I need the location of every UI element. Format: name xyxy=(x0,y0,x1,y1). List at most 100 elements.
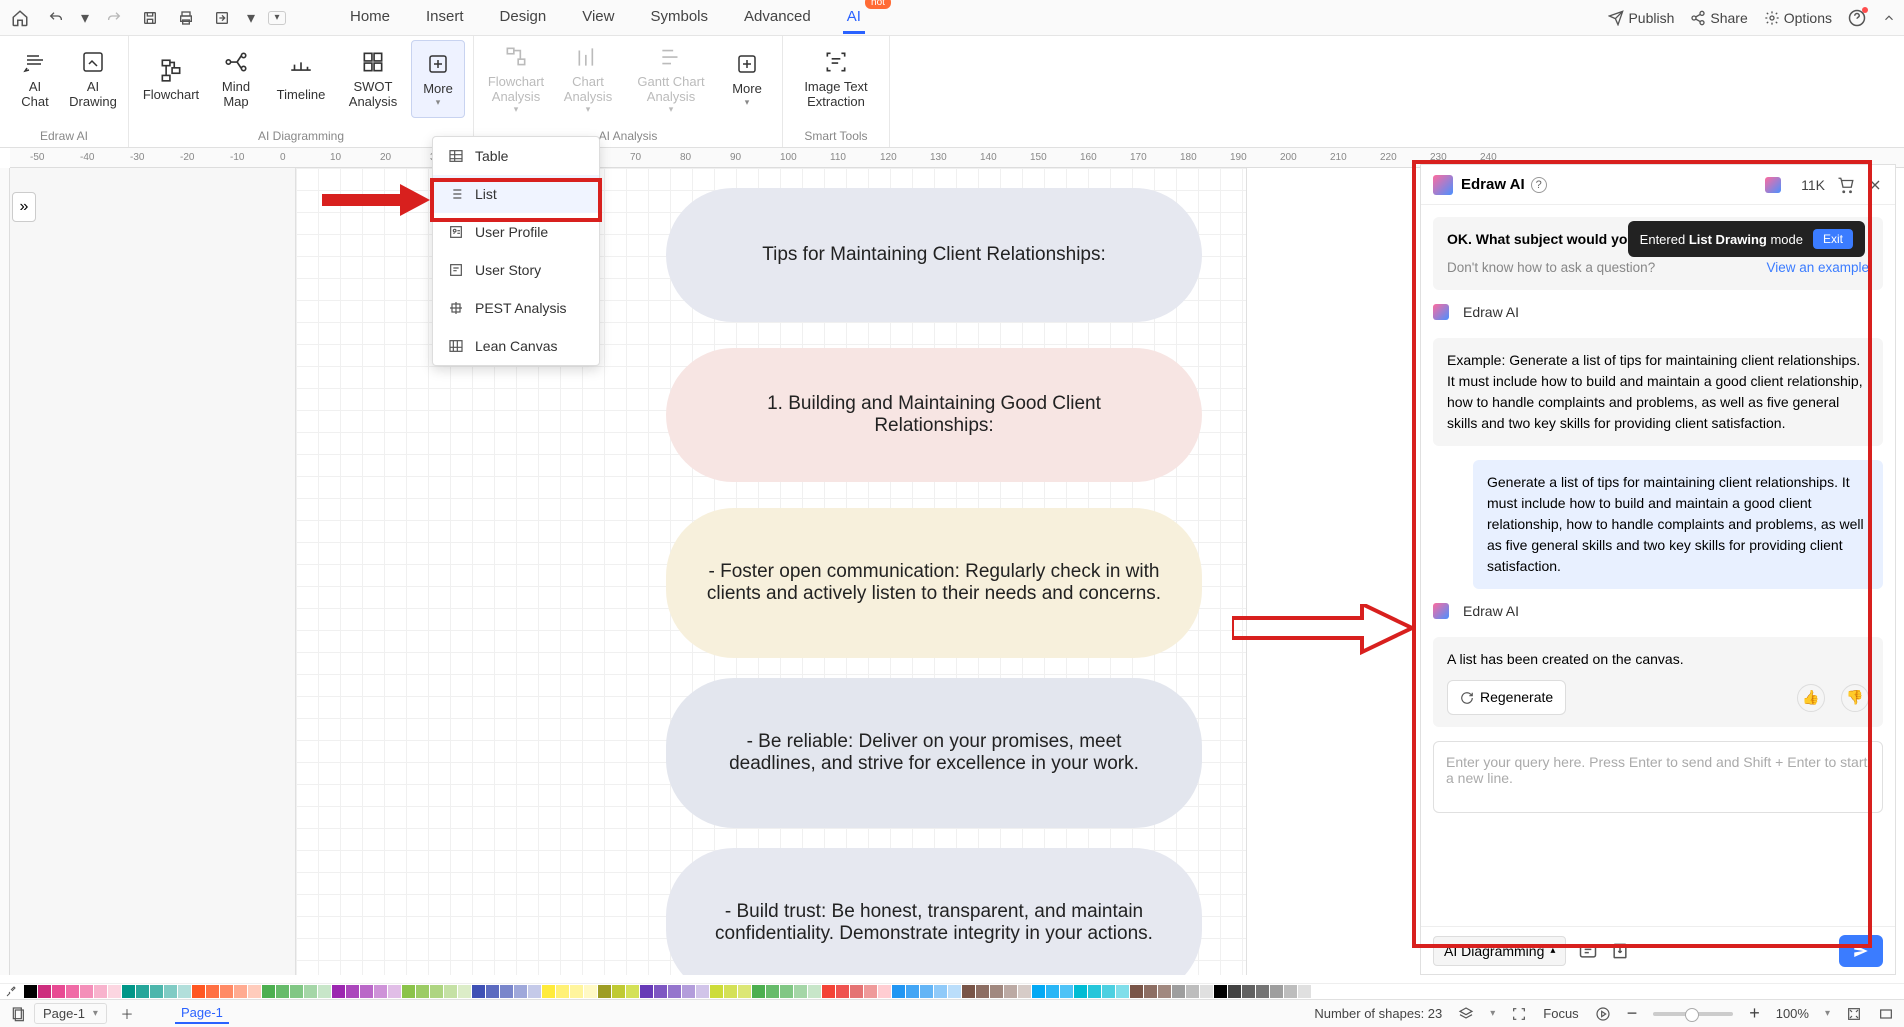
flowchart-analysis-button[interactable]: FlowchartAnalysis▾ xyxy=(482,40,550,118)
color-swatch[interactable] xyxy=(1312,985,1325,998)
color-swatch[interactable] xyxy=(164,985,177,998)
list-bubble-3[interactable]: - Foster open communication: Regularly c… xyxy=(666,508,1202,658)
color-swatch[interactable] xyxy=(1074,985,1087,998)
chart-analysis-button[interactable]: ChartAnalysis▾ xyxy=(554,40,622,118)
tab-home[interactable]: Home xyxy=(346,2,394,34)
focus-label[interactable]: Focus xyxy=(1543,1006,1578,1021)
color-swatch[interactable] xyxy=(430,985,443,998)
thumbs-down-icon[interactable]: 👎 xyxy=(1841,684,1869,712)
color-swatch[interactable] xyxy=(444,985,457,998)
color-swatch[interactable] xyxy=(318,985,331,998)
color-swatch[interactable] xyxy=(178,985,191,998)
tab-design[interactable]: Design xyxy=(496,2,551,34)
ai-drawing-button[interactable]: AIDrawing xyxy=(66,40,120,118)
zoom-in-button[interactable]: + xyxy=(1749,1003,1760,1024)
exit-mode-button[interactable]: Exit xyxy=(1813,229,1853,249)
list-bubble-2[interactable]: 1. Building and Maintaining Good Client … xyxy=(666,348,1202,482)
color-swatch[interactable] xyxy=(486,985,499,998)
more-diagramming-button[interactable]: More▾ xyxy=(411,40,465,118)
color-swatch[interactable] xyxy=(724,985,737,998)
more-analysis-button[interactable]: More▾ xyxy=(720,40,774,118)
color-swatch[interactable] xyxy=(864,985,877,998)
undo-dropdown-icon[interactable]: ▾ xyxy=(80,6,90,30)
color-swatch[interactable] xyxy=(500,985,513,998)
mindmap-button[interactable]: MindMap xyxy=(209,40,263,118)
options-button[interactable]: Options xyxy=(1764,10,1832,26)
view-example-link[interactable]: View an example xyxy=(1766,258,1869,278)
color-swatch[interactable] xyxy=(962,985,975,998)
color-swatch[interactable] xyxy=(598,985,611,998)
chat-history-icon[interactable] xyxy=(1578,941,1598,961)
color-swatch[interactable] xyxy=(206,985,219,998)
color-swatch[interactable] xyxy=(1200,985,1213,998)
dropdown-item-lean-canvas[interactable]: Lean Canvas xyxy=(433,327,599,365)
color-swatch[interactable] xyxy=(248,985,261,998)
color-swatch[interactable] xyxy=(136,985,149,998)
more-quickbar-icon[interactable]: ▾ xyxy=(268,11,286,25)
export-icon[interactable] xyxy=(210,6,234,30)
color-swatch[interactable] xyxy=(1256,985,1269,998)
color-swatch[interactable] xyxy=(66,985,79,998)
color-swatch[interactable] xyxy=(346,985,359,998)
color-swatch[interactable] xyxy=(892,985,905,998)
color-swatch[interactable] xyxy=(360,985,373,998)
redo-icon[interactable] xyxy=(102,6,126,30)
color-swatch[interactable] xyxy=(1298,985,1311,998)
color-swatch[interactable] xyxy=(1018,985,1031,998)
color-swatch[interactable] xyxy=(990,985,1003,998)
zoom-out-button[interactable]: − xyxy=(1627,1003,1638,1024)
color-swatch[interactable] xyxy=(626,985,639,998)
page-tab[interactable]: Page-1 xyxy=(175,1003,229,1024)
color-swatch[interactable] xyxy=(1046,985,1059,998)
color-swatch[interactable] xyxy=(472,985,485,998)
color-swatch[interactable] xyxy=(388,985,401,998)
color-swatch[interactable] xyxy=(150,985,163,998)
color-swatch[interactable] xyxy=(290,985,303,998)
color-swatch[interactable] xyxy=(304,985,317,998)
color-swatch[interactable] xyxy=(682,985,695,998)
color-swatch[interactable] xyxy=(780,985,793,998)
ai-query-input[interactable]: Enter your query here. Press Enter to se… xyxy=(1433,741,1883,813)
cart-icon[interactable] xyxy=(1837,176,1855,194)
color-swatch[interactable] xyxy=(220,985,233,998)
color-swatch[interactable] xyxy=(38,985,51,998)
image-text-extraction-button[interactable]: Image TextExtraction xyxy=(791,40,881,118)
page-selector[interactable]: Page-1▾ xyxy=(34,1003,107,1024)
presentation-icon[interactable] xyxy=(1595,1006,1611,1022)
zoom-slider[interactable] xyxy=(1653,1012,1733,1016)
color-swatch[interactable] xyxy=(374,985,387,998)
tab-advanced[interactable]: Advanced xyxy=(740,2,815,34)
color-swatch[interactable] xyxy=(934,985,947,998)
list-bubble-1[interactable]: Tips for Maintaining Client Relationship… xyxy=(666,188,1202,322)
color-swatch[interactable] xyxy=(920,985,933,998)
list-bubble-4[interactable]: - Be reliable: Deliver on your promises,… xyxy=(666,678,1202,828)
color-swatch[interactable] xyxy=(276,985,289,998)
color-swatch[interactable] xyxy=(1228,985,1241,998)
color-swatch[interactable] xyxy=(556,985,569,998)
focus-icon[interactable] xyxy=(1511,1006,1527,1022)
ai-chat-button[interactable]: AIChat xyxy=(8,40,62,118)
color-swatch[interactable] xyxy=(416,985,429,998)
flowchart-button[interactable]: Flowchart xyxy=(137,40,205,118)
color-swatch[interactable] xyxy=(1144,985,1157,998)
color-swatch[interactable] xyxy=(794,985,807,998)
timeline-button[interactable]: Timeline xyxy=(267,40,335,118)
color-swatch[interactable] xyxy=(458,985,471,998)
color-swatch[interactable] xyxy=(542,985,555,998)
color-picker-icon[interactable] xyxy=(4,985,18,999)
color-swatch[interactable] xyxy=(1004,985,1017,998)
color-swatch[interactable] xyxy=(192,985,205,998)
help-icon[interactable]: ? xyxy=(1531,177,1547,193)
gantt-analysis-button[interactable]: Gantt ChartAnalysis▾ xyxy=(626,40,716,118)
close-icon[interactable] xyxy=(1867,177,1883,193)
dropdown-item-list[interactable]: List xyxy=(433,175,599,213)
regenerate-button[interactable]: Regenerate xyxy=(1447,680,1566,715)
color-swatch[interactable] xyxy=(584,985,597,998)
color-swatch[interactable] xyxy=(948,985,961,998)
tab-insert[interactable]: Insert xyxy=(422,2,468,34)
color-swatch[interactable] xyxy=(696,985,709,998)
color-swatch[interactable] xyxy=(514,985,527,998)
home-icon[interactable] xyxy=(8,6,32,30)
fit-page-icon[interactable] xyxy=(1846,1006,1862,1022)
export-dropdown-icon[interactable]: ▾ xyxy=(246,6,256,30)
